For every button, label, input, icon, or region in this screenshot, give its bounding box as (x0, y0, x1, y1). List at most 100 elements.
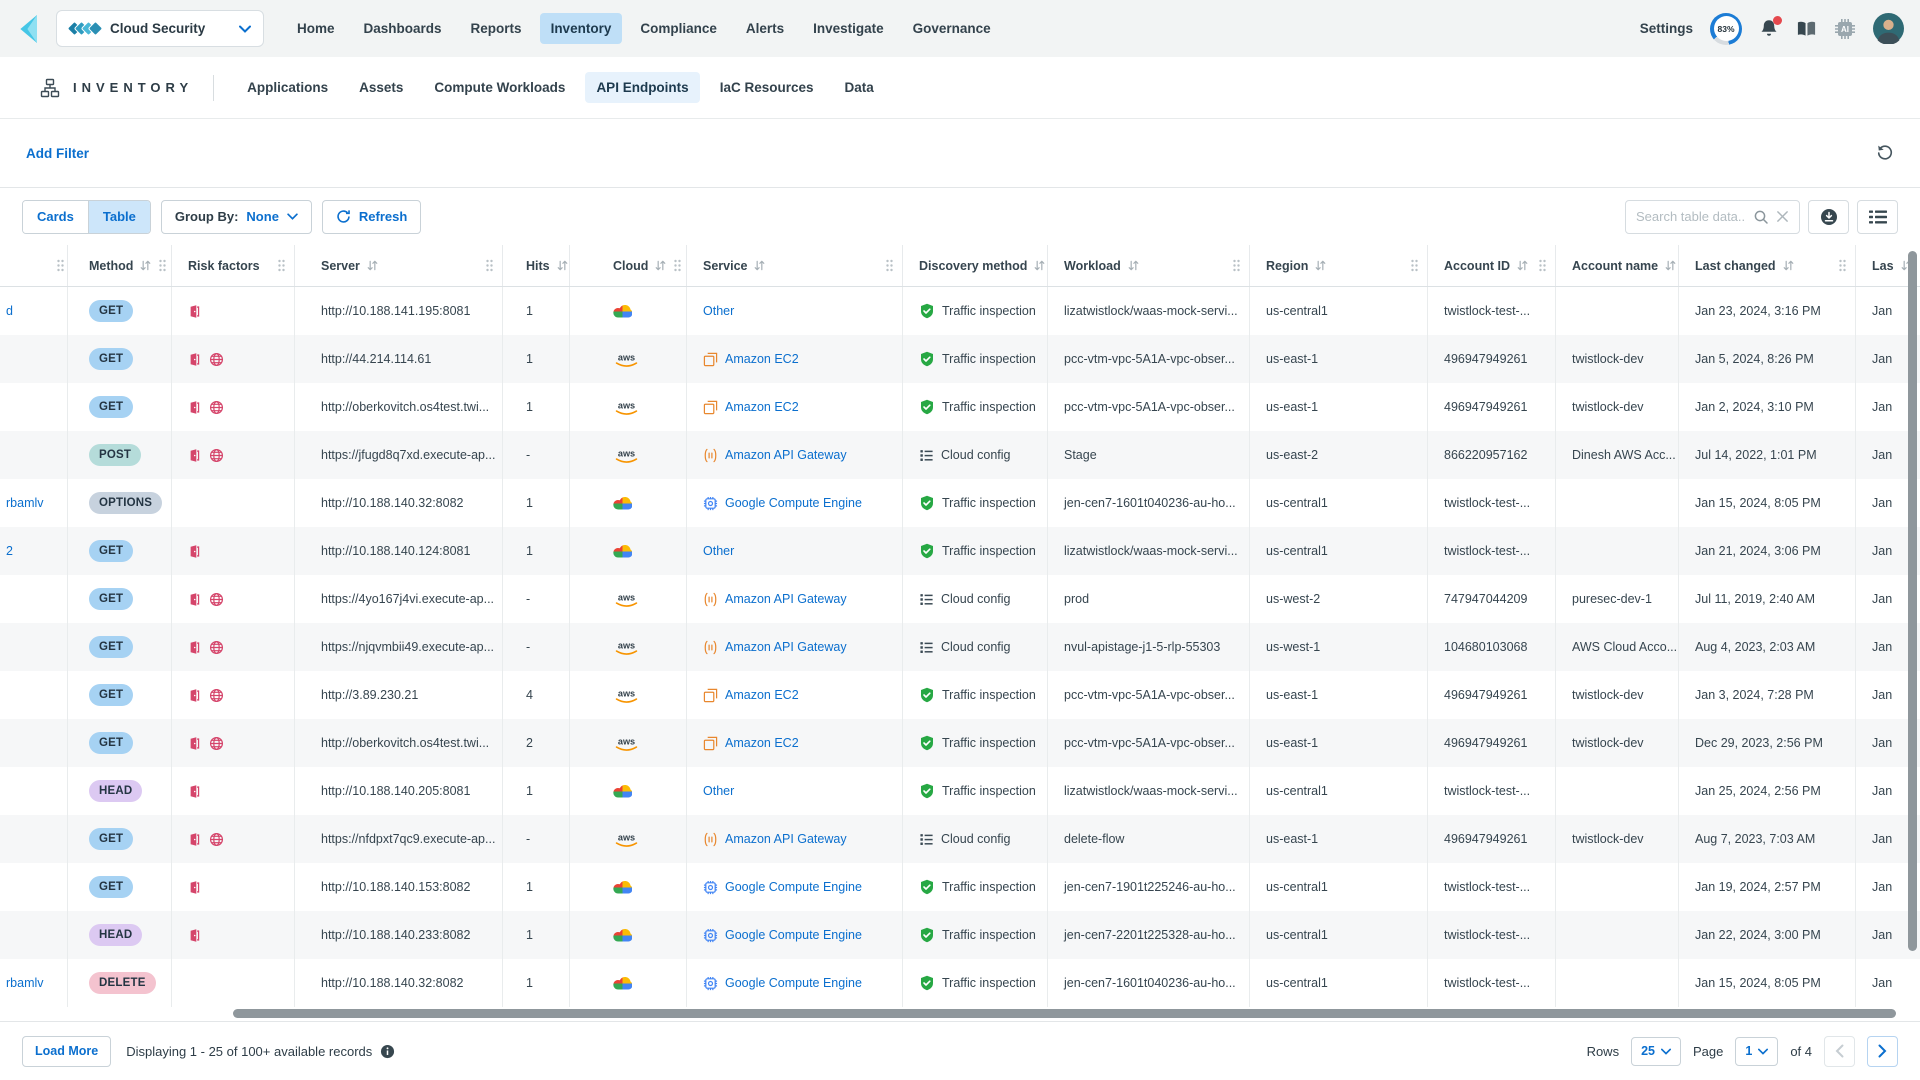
vertical-scrollbar[interactable] (1908, 251, 1917, 951)
drag-handle-icon[interactable] (1232, 259, 1241, 272)
clear-search-icon[interactable] (1776, 210, 1789, 223)
table-view-button[interactable]: Table (88, 201, 150, 233)
nav-item-reports[interactable]: Reports (460, 13, 533, 44)
drag-handle-icon[interactable] (885, 259, 894, 272)
column-header-cloud[interactable]: Cloud (569, 245, 686, 286)
section-title: INVENTORY (73, 80, 193, 95)
service-link[interactable]: Amazon EC2 (725, 736, 799, 750)
nav-item-compliance[interactable]: Compliance (629, 13, 728, 44)
service-link[interactable]: Amazon EC2 (725, 688, 799, 702)
column-header-discovery[interactable]: Discovery method (902, 245, 1047, 286)
drag-handle-icon[interactable] (1838, 259, 1847, 272)
search-input[interactable] (1636, 209, 1746, 224)
docs-book-icon[interactable] (1796, 20, 1817, 38)
table-row[interactable]: GEThttp://oberkovitch.os4test.twi...2aws… (0, 719, 1920, 767)
drag-handle-icon[interactable] (158, 259, 167, 272)
table-row[interactable]: rbamlvDELETEhttp://10.188.140.32:80821Go… (0, 959, 1920, 1007)
tab-assets[interactable]: Assets (348, 72, 414, 103)
table-row[interactable]: 2GEThttp://10.188.140.124:80811OtherTraf… (0, 527, 1920, 575)
endpoint-link[interactable]: rbamlv (6, 496, 44, 510)
service-link[interactable]: Amazon API Gateway (725, 832, 847, 846)
info-icon[interactable] (380, 1044, 395, 1059)
tab-compute-workloads[interactable]: Compute Workloads (423, 72, 576, 103)
tab-api-endpoints[interactable]: API Endpoints (585, 72, 699, 103)
rows-per-page-select[interactable]: 25 (1631, 1037, 1681, 1066)
next-page-button[interactable] (1867, 1036, 1898, 1067)
horizontal-scrollbar[interactable] (233, 1009, 1896, 1018)
service-link[interactable]: Amazon API Gateway (725, 640, 847, 654)
refresh-button[interactable]: Refresh (322, 200, 421, 234)
ai-chip-icon[interactable]: AI (1834, 18, 1856, 40)
load-more-button[interactable]: Load More (22, 1036, 111, 1067)
table-row[interactable]: HEADhttp://10.188.140.233:80821Google Co… (0, 911, 1920, 959)
column-header-last_changed[interactable]: Last changed (1678, 245, 1855, 286)
drag-handle-icon[interactable] (485, 259, 494, 272)
endpoint-link[interactable]: rbamlv (6, 976, 44, 990)
cards-view-button[interactable]: Cards (23, 201, 88, 233)
tab-iac-resources[interactable]: IaC Resources (709, 72, 825, 103)
notifications-bell-icon[interactable] (1759, 18, 1779, 39)
nav-item-dashboards[interactable]: Dashboards (353, 13, 453, 44)
column-header-workload[interactable]: Workload (1047, 245, 1249, 286)
service-link[interactable]: Amazon API Gateway (725, 448, 847, 462)
drag-handle-icon[interactable] (1410, 259, 1419, 272)
table-row[interactable]: GEThttps://njqvmbii49.execute-ap...-awsA… (0, 623, 1920, 671)
column-settings-button[interactable] (1857, 200, 1898, 234)
nav-item-inventory[interactable]: Inventory (540, 13, 623, 44)
table-row[interactable]: GEThttp://3.89.230.214awsAmazon EC2Traff… (0, 671, 1920, 719)
tab-applications[interactable]: Applications (236, 72, 339, 103)
previous-page-button[interactable] (1824, 1036, 1855, 1067)
nav-item-home[interactable]: Home (286, 13, 346, 44)
drag-handle-icon[interactable] (56, 259, 65, 272)
cell-discovery: Traffic inspection (902, 959, 1047, 1007)
product-selector-dropdown[interactable]: Cloud Security (56, 10, 264, 47)
settings-link[interactable]: Settings (1640, 21, 1693, 36)
drag-handle-icon[interactable] (277, 259, 286, 272)
table-row[interactable]: HEADhttp://10.188.140.205:80811OtherTraf… (0, 767, 1920, 815)
nav-item-governance[interactable]: Governance (902, 13, 1002, 44)
table-row[interactable]: rbamlvOPTIONShttp://10.188.140.32:80821G… (0, 479, 1920, 527)
user-avatar[interactable] (1873, 13, 1904, 44)
nav-item-investigate[interactable]: Investigate (802, 13, 895, 44)
nav-item-alerts[interactable]: Alerts (735, 13, 795, 44)
door-icon (188, 544, 202, 559)
table-row[interactable]: GEThttp://10.188.140.153:80821Google Com… (0, 863, 1920, 911)
table-row[interactable]: GEThttp://oberkovitch.os4test.twi...1aws… (0, 383, 1920, 431)
undo-icon[interactable] (1876, 144, 1894, 162)
column-header-method[interactable]: Method (67, 245, 171, 286)
service-link[interactable]: Other (703, 544, 734, 558)
service-link[interactable]: Google Compute Engine (725, 496, 862, 510)
table-row[interactable]: GEThttp://44.214.114.611awsAmazon EC2Tra… (0, 335, 1920, 383)
table-row[interactable]: POSThttps://jfugd8q7xd.execute-ap...-aws… (0, 431, 1920, 479)
cell-last_changed: Aug 4, 2023, 2:03 AM (1678, 623, 1855, 671)
column-header-account_name[interactable]: Account name (1555, 245, 1678, 286)
service-link[interactable]: Google Compute Engine (725, 928, 862, 942)
column-header-account_id[interactable]: Account ID (1427, 245, 1555, 286)
group-by-dropdown[interactable]: Group By: None (161, 200, 312, 234)
service-link[interactable]: Amazon API Gateway (725, 592, 847, 606)
endpoint-link[interactable]: d (6, 304, 13, 318)
add-filter-button[interactable]: Add Filter (26, 146, 89, 161)
column-header-hits[interactable]: Hits (502, 245, 569, 286)
tab-data[interactable]: Data (833, 72, 884, 103)
service-link[interactable]: Other (703, 784, 734, 798)
usage-progress-badge[interactable]: 83% (1710, 13, 1742, 45)
column-header-server[interactable]: Server (294, 245, 502, 286)
service-link[interactable]: Amazon EC2 (725, 400, 799, 414)
table-row[interactable]: GEThttps://nfdpxt7qc9.execute-ap...-awsA… (0, 815, 1920, 863)
drag-handle-icon[interactable] (1538, 259, 1547, 272)
service-link[interactable]: Google Compute Engine (725, 976, 862, 990)
search-icon[interactable] (1753, 209, 1769, 225)
drag-handle-icon[interactable] (673, 259, 682, 272)
column-header-service[interactable]: Service (686, 245, 902, 286)
service-link[interactable]: Amazon EC2 (725, 352, 799, 366)
table-row[interactable]: dGEThttp://10.188.141.195:80811OtherTraf… (0, 287, 1920, 335)
service-link[interactable]: Other (703, 304, 734, 318)
page-select[interactable]: 1 (1735, 1037, 1778, 1066)
download-button[interactable] (1808, 200, 1849, 234)
service-link[interactable]: Google Compute Engine (725, 880, 862, 894)
column-header-region[interactable]: Region (1249, 245, 1427, 286)
table-row[interactable]: GEThttps://4yo167j4vi.execute-ap...-awsA… (0, 575, 1920, 623)
endpoint-link[interactable]: 2 (6, 544, 13, 558)
hits-value: 1 (526, 928, 533, 942)
